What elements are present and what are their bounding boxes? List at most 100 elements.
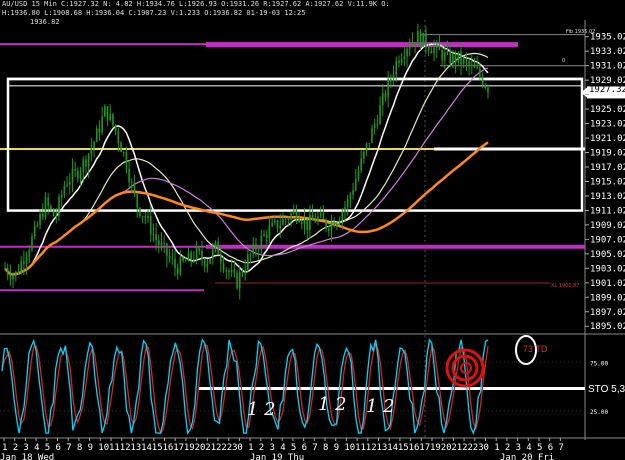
time-tick-label: 7: [558, 443, 563, 453]
candle-body: [95, 128, 98, 142]
candle-body: [44, 197, 47, 218]
candle-body: [309, 214, 311, 231]
candle-body: [433, 47, 435, 54]
candle-body: [171, 258, 174, 260]
time-tick-label: 4: [280, 443, 285, 453]
candle-body: [187, 252, 190, 262]
candle-body: [220, 255, 222, 263]
candle-body: [446, 50, 449, 53]
level-top-magenta-bar: [206, 42, 518, 48]
stoch-tick-label: 25.00: [590, 409, 608, 416]
time-tick-label: 9: [88, 443, 93, 453]
candle-body: [87, 154, 90, 167]
stochastic-panel: 75.00 25.00: [0, 335, 608, 435]
candle-body: [263, 234, 265, 237]
price-tick-label: 1911.02: [590, 206, 625, 216]
candle-body: [476, 67, 479, 69]
candle-body: [473, 64, 476, 68]
time-tick-label: 2: [13, 443, 18, 453]
time-tick-label: 0: [237, 443, 242, 453]
candle-body: [460, 51, 462, 64]
candle-body: [373, 124, 376, 129]
candle-body: [295, 210, 298, 219]
candle-body: [155, 234, 157, 241]
candle-body: [249, 254, 252, 256]
candle-body: [454, 53, 457, 63]
price-tick-label: 1913.02: [590, 192, 625, 202]
last-price-tag: 1927.32: [589, 85, 625, 95]
candle-body: [209, 258, 211, 264]
candle-body: [301, 221, 303, 225]
candle-body: [290, 213, 292, 220]
candle-body: [117, 131, 120, 143]
time-tick-label: 20: [195, 443, 206, 453]
time-tick-label: 4: [526, 443, 531, 453]
price-tick-label: 1895.02: [590, 322, 625, 332]
candle-body: [31, 236, 33, 250]
candle-body: [166, 243, 168, 257]
time-tick-label: 12: [120, 443, 131, 453]
candle-body: [193, 259, 195, 261]
candle-body: [122, 152, 125, 154]
time-tick-label: 20: [441, 443, 452, 453]
time-tick-label: 8: [77, 443, 82, 453]
time-tick-label: 6: [302, 443, 307, 453]
candle-body: [276, 220, 279, 229]
candle-body: [79, 171, 82, 179]
time-tick-label: 22: [216, 443, 227, 453]
time-tick-label: 5: [291, 443, 296, 453]
candle-body: [471, 64, 473, 66]
candle-body: [457, 51, 460, 63]
candle-body: [303, 218, 306, 225]
candle-body: [411, 42, 414, 47]
price-tick-label: 1905.02: [590, 250, 625, 260]
candle-body: [484, 85, 487, 88]
candle-body: [317, 216, 319, 223]
time-tick-label: 1: [494, 443, 499, 453]
candle-body: [6, 268, 9, 275]
price-tick-label: 1925.02: [590, 105, 625, 115]
price-tick-label: 1909.02: [590, 221, 625, 231]
candle-body: [298, 218, 300, 222]
candle-body: [47, 197, 49, 206]
candle-body: [252, 244, 255, 255]
candle-body: [435, 43, 438, 48]
candle-body: [82, 159, 85, 172]
candle-body: [327, 228, 330, 231]
candle-body: [406, 48, 408, 57]
time-tick-label: 19: [184, 443, 195, 453]
candle-body: [109, 113, 112, 121]
zero-label: 0: [562, 58, 565, 64]
candle-body: [225, 269, 228, 271]
candle-body: [322, 213, 325, 220]
candle-body: [333, 221, 335, 227]
candle-body: [349, 194, 352, 199]
time-tick-label: 0: [484, 443, 489, 453]
day-label: Jan 20 Fri: [500, 453, 554, 460]
candle-body: [392, 74, 395, 79]
candle-body: [287, 219, 290, 221]
time-tick-label: 17: [419, 443, 430, 453]
time-tick-label: 3: [270, 443, 275, 453]
handwritten-12-a: 1 2: [247, 399, 276, 420]
day-label: Jan 19 Thu: [250, 453, 304, 460]
candle-body: [68, 182, 71, 185]
handwritten-12-b: 1 2: [318, 394, 347, 415]
candle-body: [306, 218, 309, 231]
time-tick-label: 6: [548, 443, 553, 453]
candle-body: [230, 269, 233, 273]
candle-body: [184, 260, 187, 262]
candle-body: [371, 128, 373, 144]
candle-body: [20, 261, 22, 273]
candle-body: [314, 219, 317, 223]
candle-body: [408, 46, 411, 49]
candle-body: [468, 61, 470, 66]
candle-body: [390, 78, 392, 80]
candle-body: [160, 242, 163, 245]
candle-body: [163, 242, 166, 244]
candle-body: [58, 197, 60, 216]
candle-body: [387, 78, 389, 98]
candle-body: [149, 215, 152, 235]
candle-body: [452, 53, 454, 64]
candle-body: [9, 274, 12, 280]
